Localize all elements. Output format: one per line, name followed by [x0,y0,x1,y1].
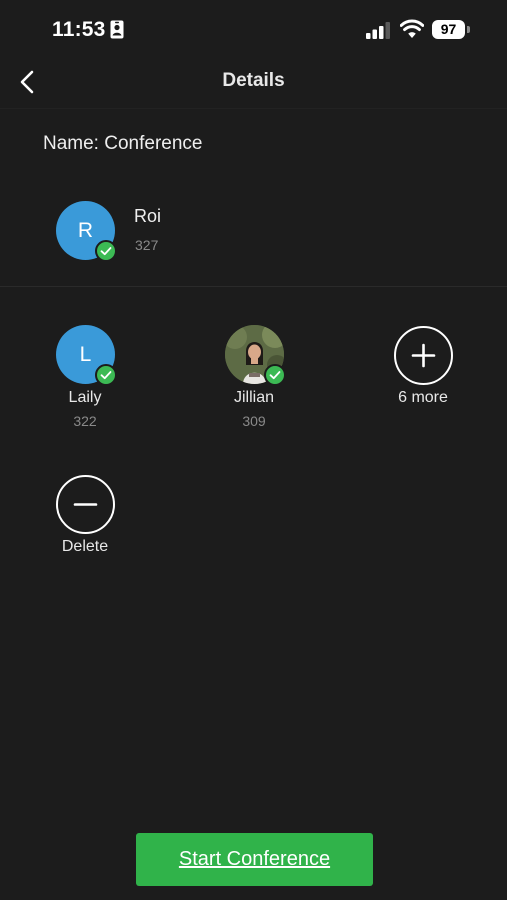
plus-icon [411,343,436,368]
navigation-bar: Details [0,56,507,109]
member-extension: 309 [242,413,266,429]
host-row[interactable]: R Roi 327 [0,176,507,287]
battery-level: 97 [432,20,465,39]
member-laily[interactable]: L Laily 322 [25,325,145,435]
status-bar: 11:53 97 [0,0,507,56]
checkmark-icon [95,364,117,386]
member-name: Jillian [233,389,274,406]
delete-label: Delete [61,538,109,555]
wifi-icon [400,19,424,38]
remove-member-button[interactable] [56,475,115,534]
host-name: Roi [134,206,162,226]
start-conference-button[interactable]: Start Conference [136,833,373,886]
member-jillian[interactable]: Jillian 309 [194,325,314,435]
more-members-button[interactable]: 6 more [363,325,483,415]
status-time: 11:53 [52,18,106,41]
battery-tip [467,26,470,33]
cellular-signal-icon [366,22,390,39]
battery-indicator: 97 [432,20,470,40]
checkmark-icon [264,364,286,386]
member-extension: 322 [73,413,97,429]
member-name: Laily [68,389,102,406]
checkmark-icon [95,240,117,262]
member-avatar-initial: L [79,343,92,366]
more-members-label: 6 more [398,389,448,406]
host-extension: 327 [135,237,159,253]
conference-name: Name: Conference [43,133,203,154]
minus-icon [73,503,98,506]
add-member-button[interactable] [394,326,453,385]
contact-card-icon [110,20,124,39]
host-avatar-initial: R [77,219,94,242]
page-title: Details [222,70,285,91]
delete-member-button[interactable]: Delete [25,474,145,564]
